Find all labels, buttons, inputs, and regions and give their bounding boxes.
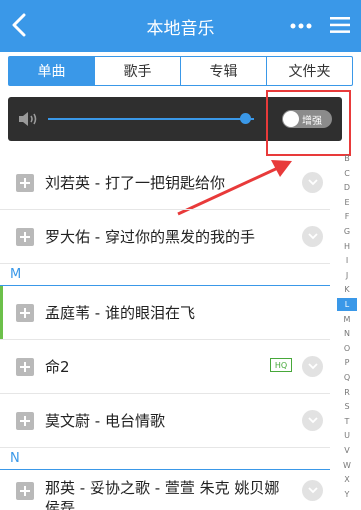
song-title: 刘若英 - 打了一把钥匙给你 xyxy=(45,174,225,192)
alphabet-letter-d[interactable]: D xyxy=(337,181,357,194)
add-icon[interactable] xyxy=(16,358,34,376)
song-title: 命2 xyxy=(45,358,70,376)
alphabet-letter-x[interactable]: X xyxy=(337,473,357,486)
alphabet-letter-h[interactable]: H xyxy=(337,240,357,253)
song-title: 罗大佑 - 穿过你的黑发的我的手 xyxy=(45,228,255,246)
tab-albums[interactable]: 专辑 xyxy=(180,57,266,85)
speaker-icon[interactable] xyxy=(17,109,41,129)
tab-bar: 单曲 歌手 专辑 文件夹 xyxy=(8,56,353,86)
alphabet-letter-f[interactable]: F xyxy=(337,210,357,223)
volume-slider-thumb[interactable] xyxy=(239,113,251,124)
tab-folders[interactable]: 文件夹 xyxy=(266,57,352,85)
add-icon[interactable] xyxy=(16,228,34,246)
alphabet-letter-u[interactable]: U xyxy=(337,429,357,442)
annotation-highlight-box xyxy=(266,90,351,156)
alphabet-letter-k[interactable]: K xyxy=(337,283,357,296)
alphabet-letter-i[interactable]: I xyxy=(337,254,357,267)
song-title: 孟庭苇 - 谁的眼泪在飞 xyxy=(45,304,195,322)
alphabet-letter-c[interactable]: C xyxy=(337,167,357,180)
list-item[interactable]: 莫文蔚 - 电台情歌 xyxy=(0,394,330,448)
chevron-down-icon[interactable] xyxy=(302,356,323,377)
add-icon[interactable] xyxy=(16,174,34,192)
alphabet-letter-m[interactable]: M xyxy=(337,313,357,326)
alphabet-letter-n[interactable]: N xyxy=(337,327,357,340)
list-item[interactable]: 那英 - 妥协之歌 - 萱萱 朱克 姚贝娜 侯磊 xyxy=(0,470,330,510)
song-title: 那英 - 妥协之歌 - 萱萱 朱克 姚贝娜 侯磊 xyxy=(45,479,280,510)
add-icon[interactable] xyxy=(16,412,34,430)
section-header-n: N xyxy=(0,448,330,470)
chevron-down-icon[interactable] xyxy=(302,172,323,193)
alphabet-letter-q[interactable]: Q xyxy=(337,371,357,384)
list-item[interactable]: 刘若英 - 打了一把钥匙给你 xyxy=(0,156,330,210)
list-item[interactable]: 罗大佑 - 穿过你的黑发的我的手 xyxy=(0,210,330,264)
alphabet-letter-t[interactable]: T xyxy=(337,415,357,428)
menu-button[interactable] xyxy=(328,14,352,36)
alphabet-letter-b[interactable]: B xyxy=(337,152,357,165)
alphabet-letter-o[interactable]: O xyxy=(337,342,357,355)
menu-lines-icon xyxy=(330,17,350,33)
alphabet-letter-e[interactable]: E xyxy=(337,196,357,209)
alphabet-letter-y[interactable]: Y xyxy=(337,488,357,501)
tab-artists[interactable]: 歌手 xyxy=(94,57,180,85)
chevron-down-icon[interactable] xyxy=(302,226,323,247)
add-icon[interactable] xyxy=(16,482,34,500)
chevron-down-icon[interactable] xyxy=(302,480,323,501)
alphabet-letter-j[interactable]: J xyxy=(337,269,357,282)
alphabet-letter-r[interactable]: R xyxy=(337,386,357,399)
tab-songs[interactable]: 单曲 xyxy=(9,57,94,85)
list-item[interactable]: 命2 HQ xyxy=(0,340,330,394)
add-icon[interactable] xyxy=(16,304,34,322)
alphabet-index[interactable]: BCDEFGHIJKLMNOPQRSTUVWXY xyxy=(337,152,357,510)
alphabet-letter-v[interactable]: V xyxy=(337,444,357,457)
chevron-down-icon[interactable] xyxy=(302,410,323,431)
alphabet-letter-s[interactable]: S xyxy=(337,400,357,413)
alphabet-letter-w[interactable]: W xyxy=(337,459,357,472)
volume-slider-track[interactable] xyxy=(48,118,254,120)
alphabet-letter-p[interactable]: P xyxy=(337,356,357,369)
list-item-playing[interactable]: 孟庭苇 - 谁的眼泪在飞 xyxy=(0,286,330,340)
more-dots-icon xyxy=(290,23,312,29)
alphabet-letter-g[interactable]: G xyxy=(337,225,357,238)
alphabet-letter-l[interactable]: L xyxy=(337,298,357,311)
app-header: 本地音乐 xyxy=(0,0,361,52)
hq-badge: HQ xyxy=(270,358,292,372)
more-button[interactable] xyxy=(288,16,314,36)
song-title: 莫文蔚 - 电台情歌 xyxy=(45,412,165,430)
section-header-m: M xyxy=(0,264,330,286)
